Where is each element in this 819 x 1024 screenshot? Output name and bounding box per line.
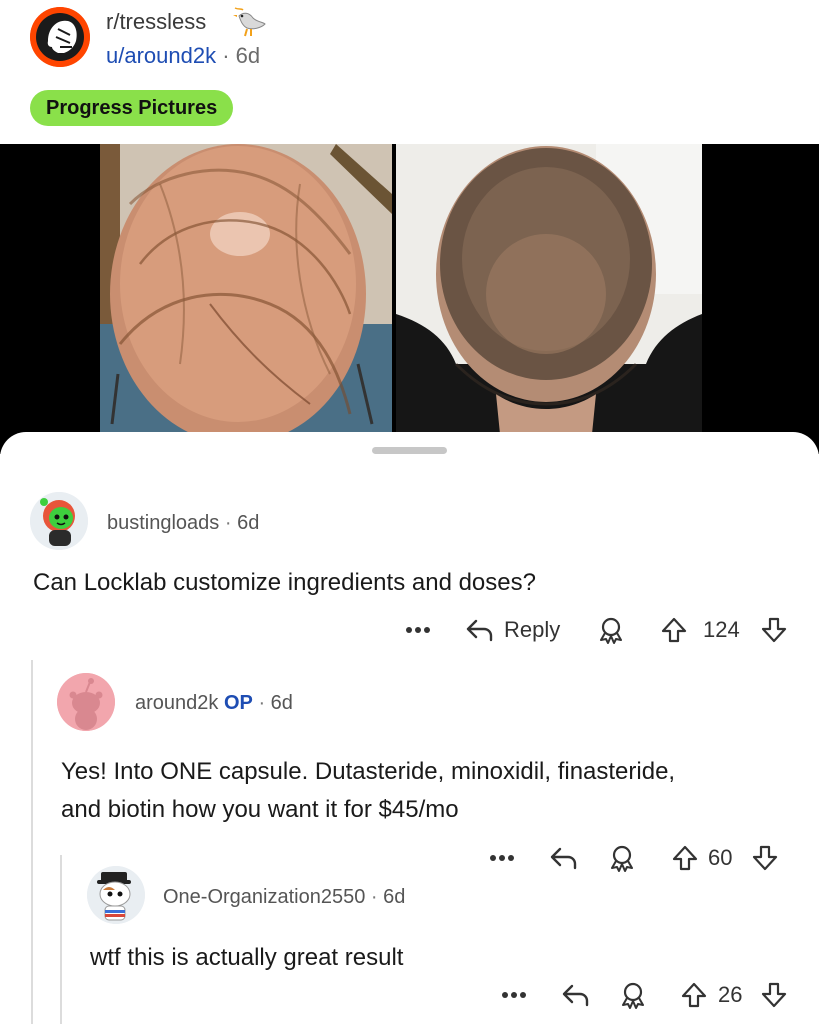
downvote-arrow-icon: [761, 982, 787, 1008]
award-button[interactable]: [597, 612, 625, 648]
seagull-icon: [233, 7, 266, 37]
comment-body: wtf this is actually great result: [90, 944, 404, 971]
comment-author-line: One-Organization2550 · 6d: [163, 886, 405, 909]
comment-body-line: and biotin how you want it for $45/mo: [61, 796, 459, 823]
more-dots-icon: [406, 627, 430, 633]
comment-author-line: around2k OP · 6d: [135, 692, 293, 715]
op-badge: OP: [223, 692, 253, 714]
hair-before-photo[interactable]: [100, 144, 392, 434]
vote-score: 124: [703, 617, 740, 642]
comment-avatar[interactable]: [57, 673, 115, 731]
subreddit-avatar[interactable]: [30, 7, 90, 67]
reply-arrow-icon: [562, 984, 589, 1007]
reply-arrow-icon: [550, 847, 577, 870]
meta-separator: ·: [258, 692, 266, 714]
comment-age: 6d: [270, 692, 293, 714]
sheet-drag-handle[interactable]: [372, 447, 447, 454]
award-icon: [611, 845, 633, 872]
snoo-avatar-icon: [87, 866, 145, 924]
downvote-button[interactable]: [760, 977, 788, 1013]
award-icon: [600, 617, 622, 644]
post-media[interactable]: [0, 144, 819, 454]
comment-avatar[interactable]: [87, 866, 145, 924]
default-snoo-icon: [57, 673, 115, 731]
comment-actions: 26: [0, 977, 819, 1013]
more-dots-icon: [502, 992, 526, 998]
comment-age: 6d: [383, 886, 406, 908]
downvote-arrow-icon: [761, 617, 787, 643]
comment-age: 6d: [237, 512, 260, 534]
more-options-button[interactable]: [489, 840, 515, 876]
upvote-button[interactable]: [680, 977, 708, 1013]
comment-author-line: bustingloads · 6d: [107, 512, 259, 535]
comment-actions: Reply 124: [0, 612, 819, 648]
award-button[interactable]: [608, 840, 636, 876]
vote-score: 26: [718, 982, 743, 1007]
upvote-arrow-icon: [681, 982, 707, 1008]
more-options-button[interactable]: [501, 977, 527, 1013]
more-options-button[interactable]: [405, 612, 431, 648]
downvote-arrow-icon: [752, 845, 778, 871]
reply-button[interactable]: Reply: [464, 612, 560, 648]
upvote-button[interactable]: [671, 840, 699, 876]
meta-separator: ·: [224, 512, 232, 534]
post-age: 6d: [235, 43, 261, 68]
hair-after-image: [396, 144, 702, 434]
post-meta: u/around2k · 6d: [106, 43, 260, 69]
subreddit-name[interactable]: r/tressless: [106, 9, 206, 35]
upvote-arrow-icon: [661, 617, 687, 643]
comment-author[interactable]: around2k: [135, 692, 218, 714]
downvote-button[interactable]: [760, 612, 788, 648]
post-flair[interactable]: Progress Pictures: [30, 90, 234, 126]
reply-label: Reply: [504, 617, 561, 642]
downvote-button[interactable]: [751, 840, 779, 876]
snoo-avatar-icon: [30, 492, 88, 550]
award-button[interactable]: [619, 977, 647, 1013]
reply-arrow-icon: [466, 619, 493, 642]
comment-avatar[interactable]: [30, 492, 88, 550]
post-author[interactable]: u/around2k: [106, 43, 216, 68]
meta-separator: ·: [370, 886, 378, 908]
meta-separator: ·: [222, 43, 230, 68]
more-dots-icon: [490, 855, 514, 861]
hair-after-photo[interactable]: [396, 144, 702, 434]
upvote-button[interactable]: [660, 612, 688, 648]
hair-before-image: [100, 144, 392, 434]
vote-score: 60: [708, 845, 733, 870]
upvote-arrow-icon: [672, 845, 698, 871]
award-icon: [622, 982, 644, 1009]
comment-body-line: Yes! Into ONE capsule. Dutasteride, mino…: [61, 758, 676, 785]
bald-head-icon: [30, 7, 90, 67]
comment-body: Can Locklab customize ingredients and do…: [33, 569, 536, 596]
comment-author[interactable]: bustingloads: [107, 512, 219, 534]
reply-button[interactable]: [548, 840, 578, 876]
reply-button[interactable]: [560, 977, 590, 1013]
comment-author[interactable]: One-Organization2550: [163, 886, 365, 908]
